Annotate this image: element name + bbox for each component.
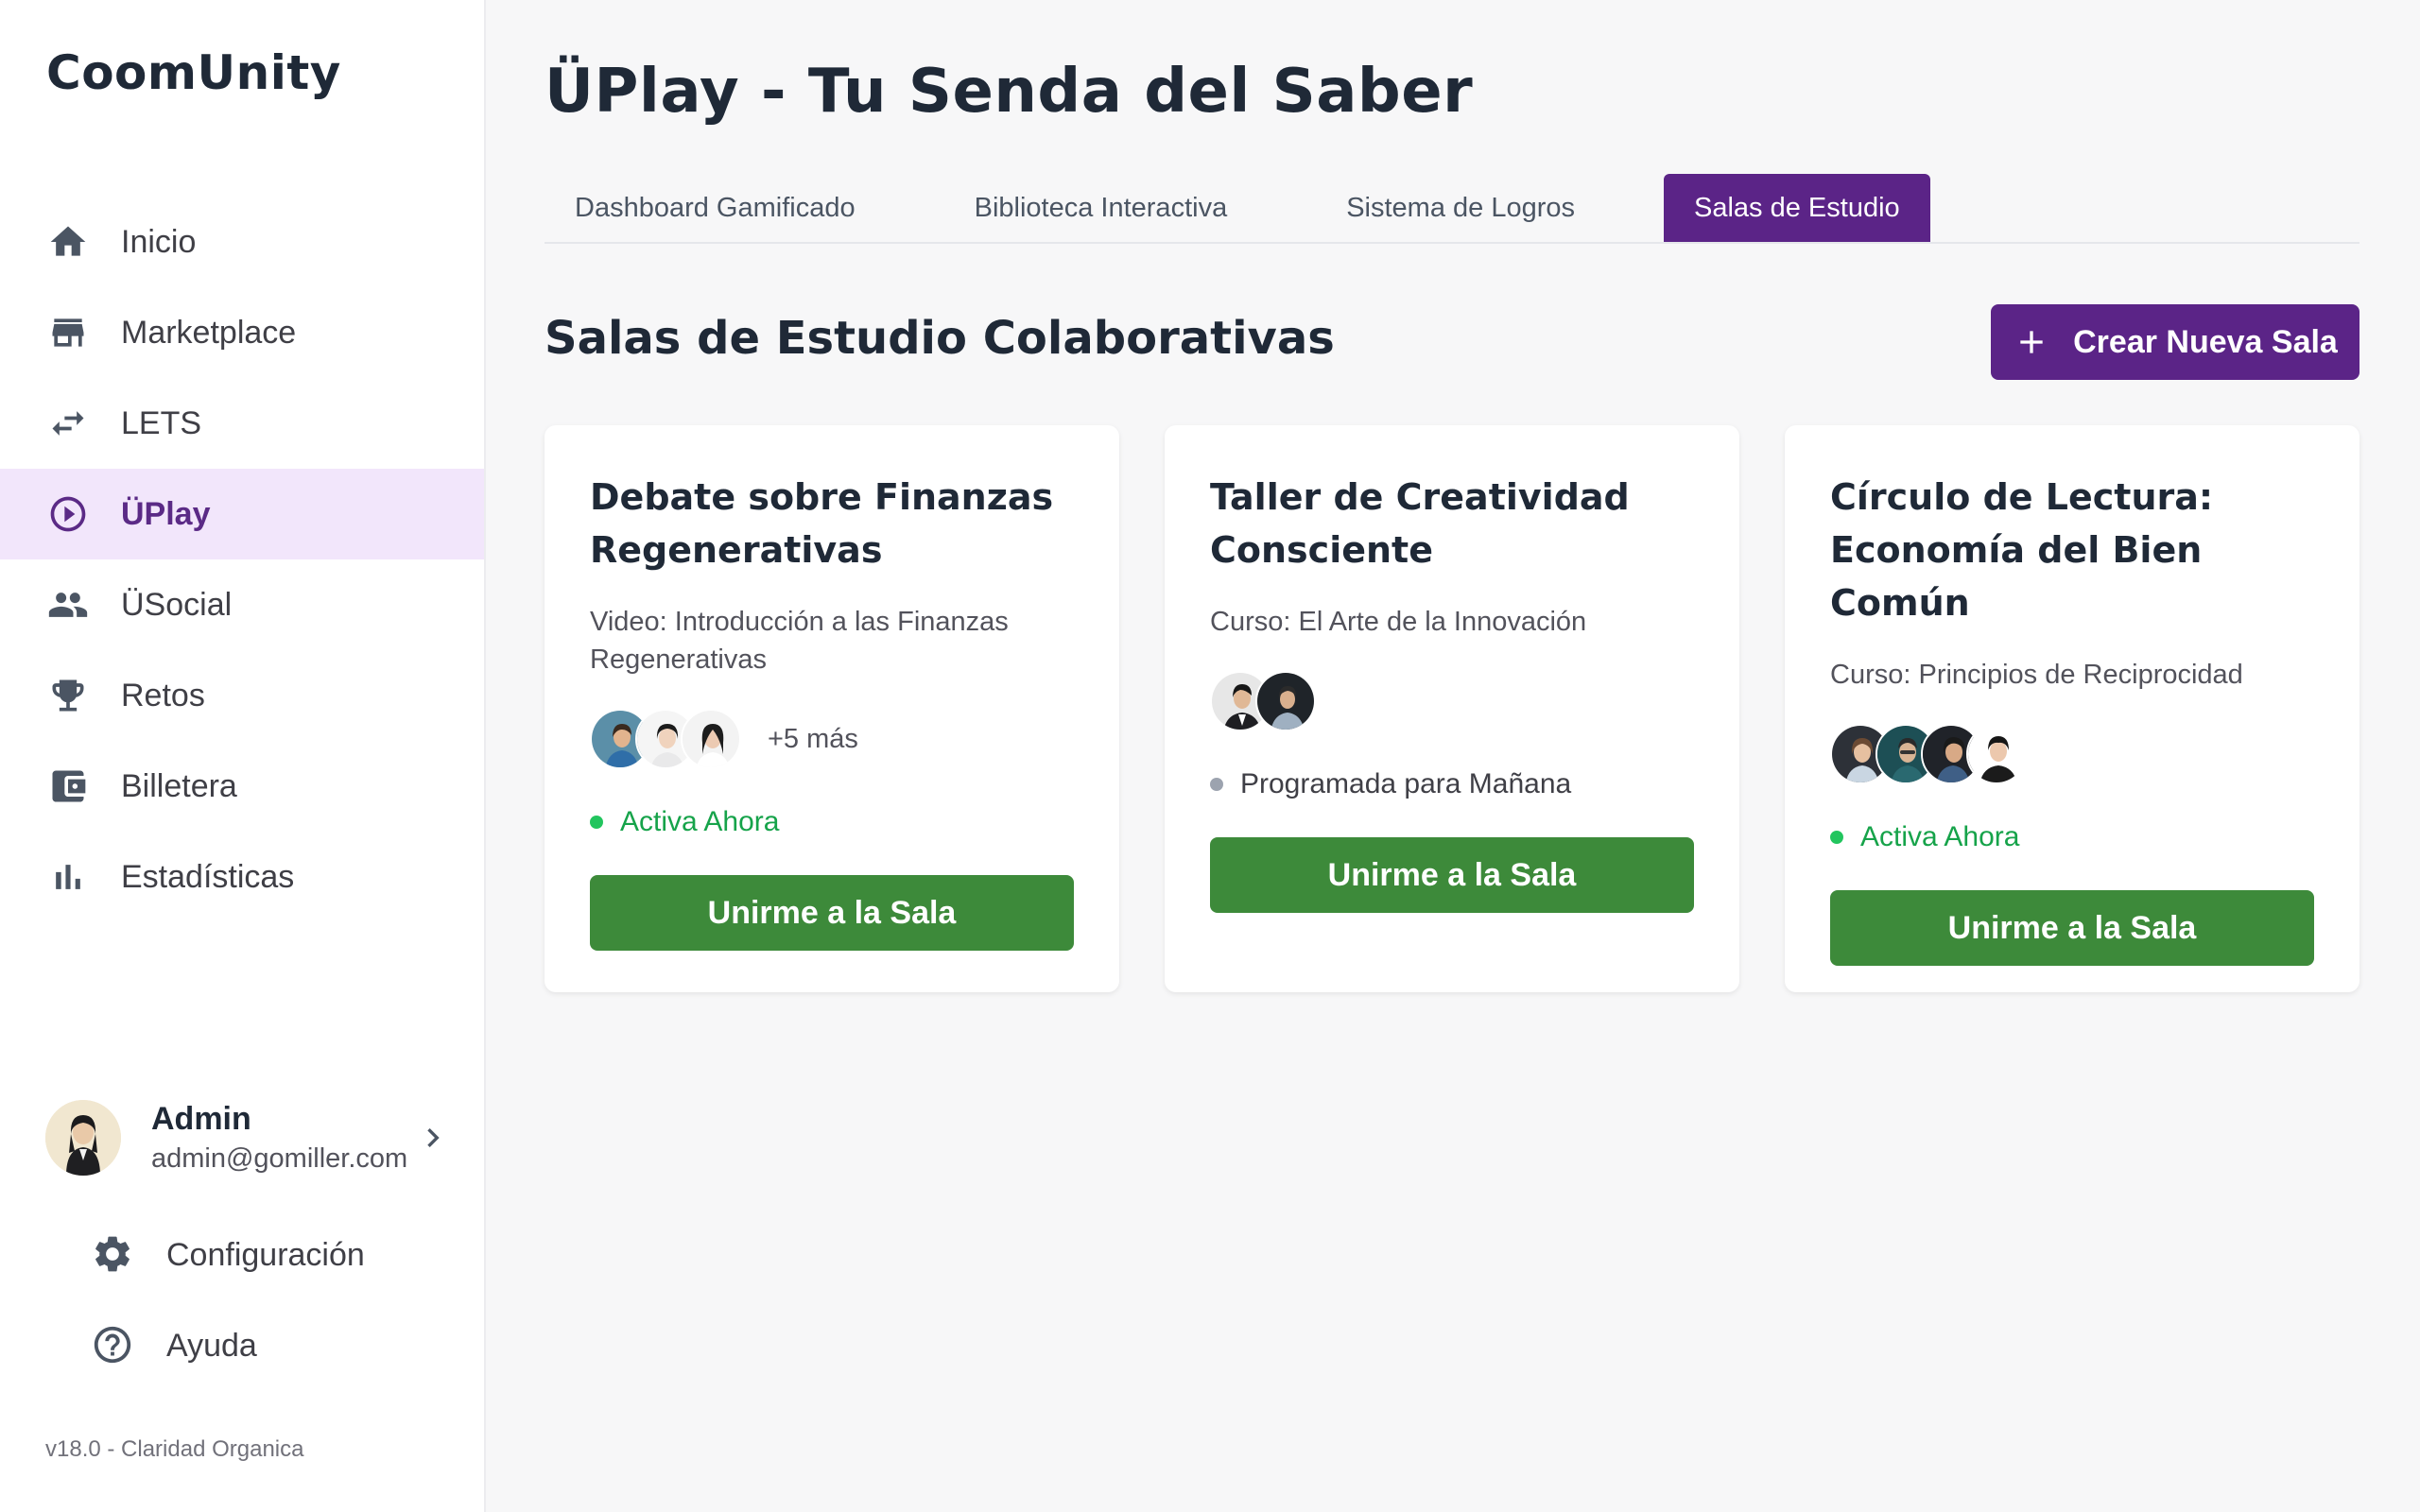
status-dot-icon bbox=[1830, 831, 1843, 844]
room-card: Círculo de Lectura: Economía del Bien Co… bbox=[1785, 425, 2360, 992]
sidebar-item-label: ÜPlay bbox=[121, 495, 211, 532]
room-status: Activa Ahora bbox=[1830, 818, 2314, 856]
sidebar-item-retos[interactable]: Retos bbox=[0, 650, 484, 741]
help-link[interactable]: Ayuda bbox=[91, 1312, 257, 1380]
sidebar-item-label: Retos bbox=[121, 677, 205, 713]
bar-chart-icon bbox=[45, 854, 91, 900]
tab-biblioteca-interactiva[interactable]: Biblioteca Interactiva bbox=[944, 174, 1258, 242]
room-card: Debate sobre Finanzas Regenerativas Vide… bbox=[544, 425, 1119, 992]
room-cards: Debate sobre Finanzas Regenerativas Vide… bbox=[544, 425, 2360, 992]
sidebar-item-label: Marketplace bbox=[121, 314, 297, 351]
gear-icon bbox=[91, 1232, 136, 1278]
avatar bbox=[1966, 724, 2027, 784]
app-logo[interactable]: CoomUnity bbox=[46, 45, 341, 100]
trophy-icon bbox=[45, 673, 91, 718]
room-subtitle: Curso: El Arte de la Innovación bbox=[1210, 607, 1587, 637]
section-title: Salas de Estudio Colaborativas bbox=[544, 312, 1335, 365]
sidebar-item-inicio[interactable]: Inicio bbox=[0, 197, 484, 287]
page-title: ÜPlay - Tu Senda del Saber bbox=[544, 57, 1474, 127]
join-room-button[interactable]: Unirme a la Sala bbox=[1210, 837, 1694, 913]
sidebar-item-uplay[interactable]: ÜPlay bbox=[0, 469, 484, 559]
main-content: ÜPlay - Tu Senda del Saber Dashboard Gam… bbox=[544, 0, 2360, 1512]
join-room-button[interactable]: Unirme a la Sala bbox=[1830, 890, 2314, 966]
room-members: +5 más bbox=[590, 709, 1074, 769]
chevron-right-icon[interactable] bbox=[414, 1119, 452, 1157]
tab-dashboard-gamificado[interactable]: Dashboard Gamificado bbox=[544, 174, 886, 242]
sidebar-item-estadisticas[interactable]: Estadísticas bbox=[0, 832, 484, 922]
user-name: Admin bbox=[151, 1101, 251, 1137]
version-label: v18.0 - Claridad Organica bbox=[45, 1436, 304, 1462]
room-members bbox=[1210, 671, 1694, 731]
sidebar-item-billetera[interactable]: Billetera bbox=[0, 741, 484, 832]
home-icon bbox=[45, 219, 91, 265]
help-circle-icon bbox=[91, 1323, 136, 1368]
sidebar-item-label: Inicio bbox=[121, 223, 197, 260]
status-dot-icon bbox=[1210, 778, 1223, 791]
swap-icon bbox=[45, 401, 91, 446]
room-title: Debate sobre Finanzas Regenerativas bbox=[590, 476, 1054, 571]
room-status-label: Activa Ahora bbox=[620, 806, 780, 837]
sidebar: CoomUnity Inicio Marketplace LETS ÜPlay … bbox=[0, 0, 486, 1512]
settings-link[interactable]: Configuración bbox=[91, 1221, 365, 1289]
user-profile[interactable]: Admin admin@gomiller.com bbox=[45, 1098, 452, 1177]
sidebar-item-label: Estadísticas bbox=[121, 858, 295, 895]
room-status-label: Activa Ahora bbox=[1860, 821, 2020, 852]
room-title: Taller de Creatividad Consciente bbox=[1210, 476, 1630, 571]
room-members bbox=[1830, 724, 2314, 784]
create-room-button[interactable]: Crear Nueva Sala bbox=[1991, 304, 2360, 380]
room-title: Círculo de Lectura: Economía del Bien Co… bbox=[1830, 476, 2214, 624]
sidebar-item-label: LETS bbox=[121, 404, 202, 441]
settings-label: Configuración bbox=[166, 1236, 365, 1273]
sidebar-item-lets[interactable]: LETS bbox=[0, 378, 484, 469]
join-room-button[interactable]: Unirme a la Sala bbox=[590, 875, 1074, 951]
avatar bbox=[45, 1100, 121, 1176]
wallet-icon bbox=[45, 764, 91, 809]
avatar bbox=[1255, 671, 1316, 731]
room-subtitle: Curso: Principios de Reciprocidad bbox=[1830, 660, 2243, 690]
status-dot-icon bbox=[590, 816, 603, 829]
sidebar-item-label: ÜSocial bbox=[121, 586, 233, 623]
user-email: admin@gomiller.com bbox=[151, 1143, 408, 1174]
tab-sistema-de-logros[interactable]: Sistema de Logros bbox=[1316, 174, 1605, 242]
plus-icon bbox=[2013, 323, 2050, 361]
room-status: Programada para Mañana bbox=[1210, 765, 1694, 803]
create-room-label: Crear Nueva Sala bbox=[2073, 323, 2338, 360]
room-status: Activa Ahora bbox=[590, 803, 1074, 841]
room-subtitle: Video: Introducción a las Finanzas Regen… bbox=[590, 607, 1009, 675]
people-icon bbox=[45, 582, 91, 627]
sidebar-item-marketplace[interactable]: Marketplace bbox=[0, 287, 484, 378]
tab-bar: Dashboard Gamificado Biblioteca Interact… bbox=[544, 174, 2360, 244]
sidebar-item-usocial[interactable]: ÜSocial bbox=[0, 559, 484, 650]
store-icon bbox=[45, 310, 91, 355]
avatar bbox=[681, 709, 741, 769]
help-label: Ayuda bbox=[166, 1327, 257, 1364]
sidebar-item-label: Billetera bbox=[121, 767, 237, 804]
more-members-count: +5 más bbox=[768, 723, 858, 754]
room-status-label: Programada para Mañana bbox=[1240, 768, 1572, 799]
sidebar-nav: Inicio Marketplace LETS ÜPlay ÜSocial Re… bbox=[0, 197, 484, 922]
room-card: Taller de Creatividad Consciente Curso: … bbox=[1165, 425, 1739, 992]
play-circle-icon bbox=[45, 491, 91, 537]
tab-salas-de-estudio[interactable]: Salas de Estudio bbox=[1664, 174, 1930, 242]
